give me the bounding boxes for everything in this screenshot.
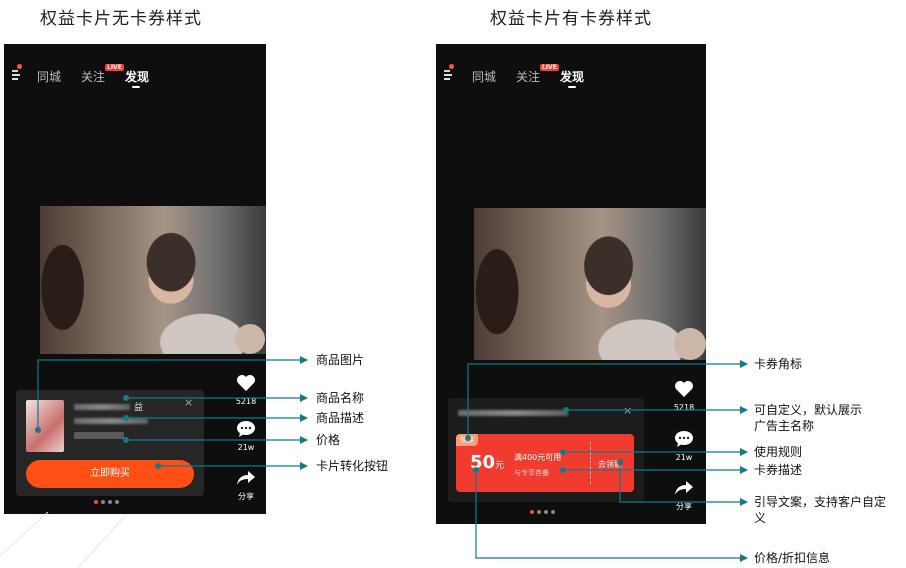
video-frame — [40, 206, 266, 354]
right-phone-screen: 同城 关注 LIVE 发现 5218 21w 分享 × 领券 50元 满400元… — [436, 44, 706, 524]
share-icon — [237, 471, 255, 485]
close-icon[interactable]: × — [623, 404, 632, 417]
share-label: 分享 — [238, 492, 254, 501]
coupon-amount-value: 50 — [470, 452, 496, 473]
pagination-dot — [537, 510, 541, 514]
annotation-custom-line1: 可自定义，默认展示 — [754, 403, 863, 417]
avatar[interactable] — [235, 324, 265, 354]
pagination-dot — [101, 500, 105, 504]
annotation-product-image: 商品图片 — [316, 353, 365, 367]
comment-button[interactable]: 21w — [664, 430, 704, 462]
price-placeholder — [74, 432, 124, 439]
product-name-tail: 益 — [134, 403, 144, 413]
share-label: 分享 — [676, 502, 692, 511]
annotation-price: 价格 — [316, 433, 341, 447]
share-button[interactable]: 分享 — [664, 480, 704, 512]
advertiser-name-placeholder — [458, 410, 568, 416]
annotation-coupon-desc: 卡券描述 — [754, 463, 803, 477]
product-name-placeholder — [74, 404, 130, 410]
coupon-desc: 与专享券叠 — [514, 469, 549, 477]
annotation-product-desc: 商品描述 — [316, 411, 365, 425]
right-title: 权益卡片有卡券样式 — [490, 9, 652, 29]
notification-dot-icon — [17, 64, 22, 69]
pagination-dots — [530, 510, 558, 514]
pagination-dot — [108, 500, 112, 504]
active-tab-indicator — [132, 86, 140, 88]
tab-follow[interactable]: 关注 — [81, 68, 105, 85]
close-icon[interactable]: × — [184, 396, 193, 409]
like-count: 5218 — [235, 397, 257, 406]
annotation-custom-line2: 广告主名称 — [754, 419, 815, 433]
menu-icon[interactable] — [12, 68, 24, 82]
left-phone-screen: 同城 关注 LIVE 发现 5218 21w 分享 益 × 立即购买 — [4, 44, 266, 514]
annotation-coupon-corner: 卡券角标 — [754, 357, 803, 371]
share-icon — [675, 481, 693, 495]
annotation-price-discount: 价格/折扣信息 — [754, 551, 831, 565]
coupon-rule: 满400元可用 — [514, 453, 562, 462]
live-badge: LIVE — [540, 64, 559, 71]
top-nav: 同城 关注 LIVE 发现 — [436, 64, 706, 88]
menu-icon[interactable] — [444, 68, 456, 82]
like-count: 5218 — [673, 403, 695, 412]
annotation-product-name: 商品名称 — [316, 391, 365, 405]
pagination-dot — [551, 510, 555, 514]
tab-nearby[interactable]: 同城 — [37, 68, 61, 85]
pagination-dot — [530, 510, 534, 514]
heart-icon — [675, 381, 693, 397]
product-desc-placeholder — [74, 418, 148, 424]
pagination-dots — [94, 500, 122, 504]
share-button[interactable]: 分享 — [226, 470, 266, 502]
pagination-dot — [544, 510, 548, 514]
buy-now-button[interactable]: 立即购买 — [26, 460, 194, 488]
video-frame — [474, 208, 706, 360]
product-image[interactable] — [26, 400, 64, 452]
comment-icon — [237, 421, 255, 437]
comment-icon — [675, 431, 693, 447]
coupon[interactable]: 领券 50元 满400元可用 与专享券叠 去领取 — [456, 434, 634, 492]
comment-count: 21w — [675, 453, 693, 462]
notification-dot-icon — [449, 64, 454, 69]
pagination-dot — [115, 500, 119, 504]
comment-count: 21w — [237, 443, 255, 452]
heart-icon — [237, 375, 255, 391]
left-title: 权益卡片无卡券样式 — [40, 9, 202, 29]
coupon-unit: 元 — [495, 461, 505, 471]
top-nav: 同城 关注 LIVE 发现 — [4, 64, 266, 88]
comment-button[interactable]: 21w — [226, 420, 266, 452]
live-badge: LIVE — [105, 64, 124, 71]
coupon-corner-tag: 领券 — [456, 434, 478, 446]
like-button[interactable]: 5218 — [664, 380, 704, 412]
coupon-divider — [590, 442, 591, 484]
tab-follow[interactable]: 关注 — [516, 68, 540, 85]
equity-card[interactable]: × 领券 50元 满400元可用 与专享券叠 去领取 — [448, 398, 644, 502]
pagination-dot — [94, 500, 98, 504]
tab-discover[interactable]: 发现 — [125, 68, 149, 85]
equity-card[interactable]: 益 × 立即购买 — [16, 390, 204, 496]
annotation-cta-line2: 义 — [754, 511, 767, 525]
annotation-usage-rule: 使用规则 — [754, 445, 803, 459]
active-tab-indicator — [568, 86, 576, 88]
coupon-amount: 50元 — [470, 452, 504, 473]
avatar[interactable] — [674, 328, 706, 360]
tab-discover[interactable]: 发现 — [560, 68, 584, 85]
annotation-cta-line1: 引导文案，支持客户自定 — [754, 495, 887, 509]
annotation-cta-button: 卡片转化按钮 — [316, 459, 389, 473]
tab-nearby[interactable]: 同城 — [472, 68, 496, 85]
claim-coupon-button[interactable]: 去领取 — [598, 459, 622, 470]
like-button[interactable]: 5218 — [226, 374, 266, 406]
